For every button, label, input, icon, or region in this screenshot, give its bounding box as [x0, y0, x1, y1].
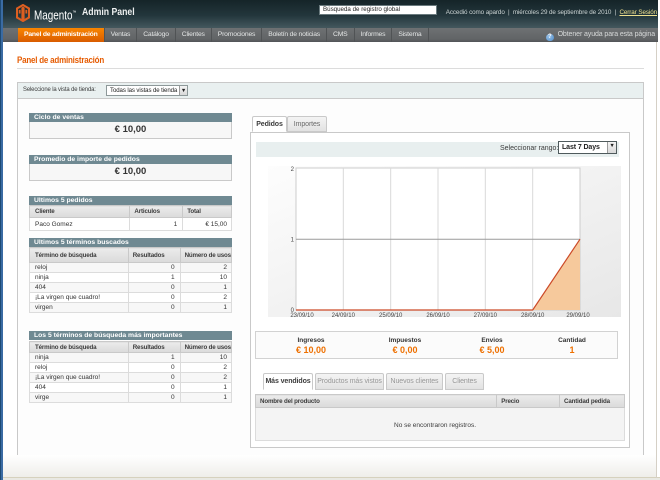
svg-text:27/09/10: 27/09/10	[474, 313, 498, 319]
svg-text:25/09/10: 25/09/10	[379, 313, 403, 319]
svg-text:26/09/10: 26/09/10	[426, 313, 450, 319]
svg-text:23/09/10: 23/09/10	[290, 313, 314, 319]
svg-text:29/09/10: 29/09/10	[566, 313, 590, 319]
svg-text:28/09/10: 28/09/10	[521, 313, 545, 319]
svg-text:24/09/10: 24/09/10	[332, 313, 356, 319]
